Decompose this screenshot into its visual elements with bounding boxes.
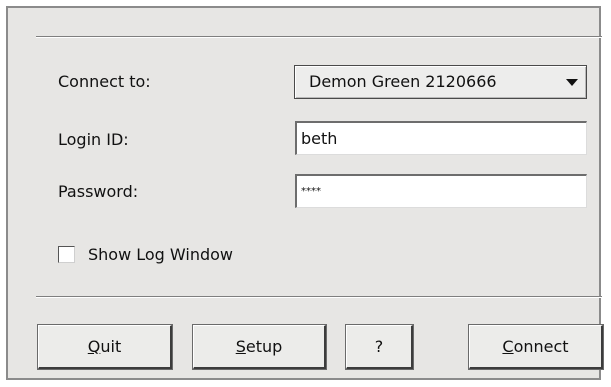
- connect-mnemonic: C: [502, 336, 514, 356]
- show-log-label[interactable]: Show Log Window: [88, 245, 233, 265]
- connect-to-dropdown[interactable]: Demon Green 2120666: [294, 65, 587, 99]
- show-log-checkbox[interactable]: [58, 246, 75, 263]
- login-id-input[interactable]: [295, 121, 587, 155]
- password-label: Password:: [58, 182, 139, 201]
- quit-button[interactable]: Quit: [38, 325, 172, 369]
- password-input[interactable]: [295, 174, 587, 208]
- setup-label-rest: etup: [245, 336, 283, 356]
- setup-mnemonic: S: [235, 336, 246, 356]
- connection-dialog: Connect to: Demon Green 2120666 Login ID…: [6, 6, 603, 380]
- quit-mnemonic: Q: [87, 336, 101, 356]
- login-id-label: Login ID:: [58, 130, 129, 149]
- quit-label-rest: uit: [100, 336, 122, 356]
- setup-button[interactable]: Setup: [193, 325, 326, 369]
- bottom-separator: [36, 296, 602, 298]
- connect-label-rest: onnect: [513, 336, 569, 356]
- connect-to-value: Demon Green 2120666: [309, 72, 497, 91]
- connect-to-label: Connect to:: [58, 72, 151, 91]
- help-button[interactable]: ?: [346, 325, 413, 369]
- top-separator: [36, 36, 602, 38]
- connect-button[interactable]: Connect: [469, 325, 603, 369]
- triangle-down-icon: [566, 79, 578, 86]
